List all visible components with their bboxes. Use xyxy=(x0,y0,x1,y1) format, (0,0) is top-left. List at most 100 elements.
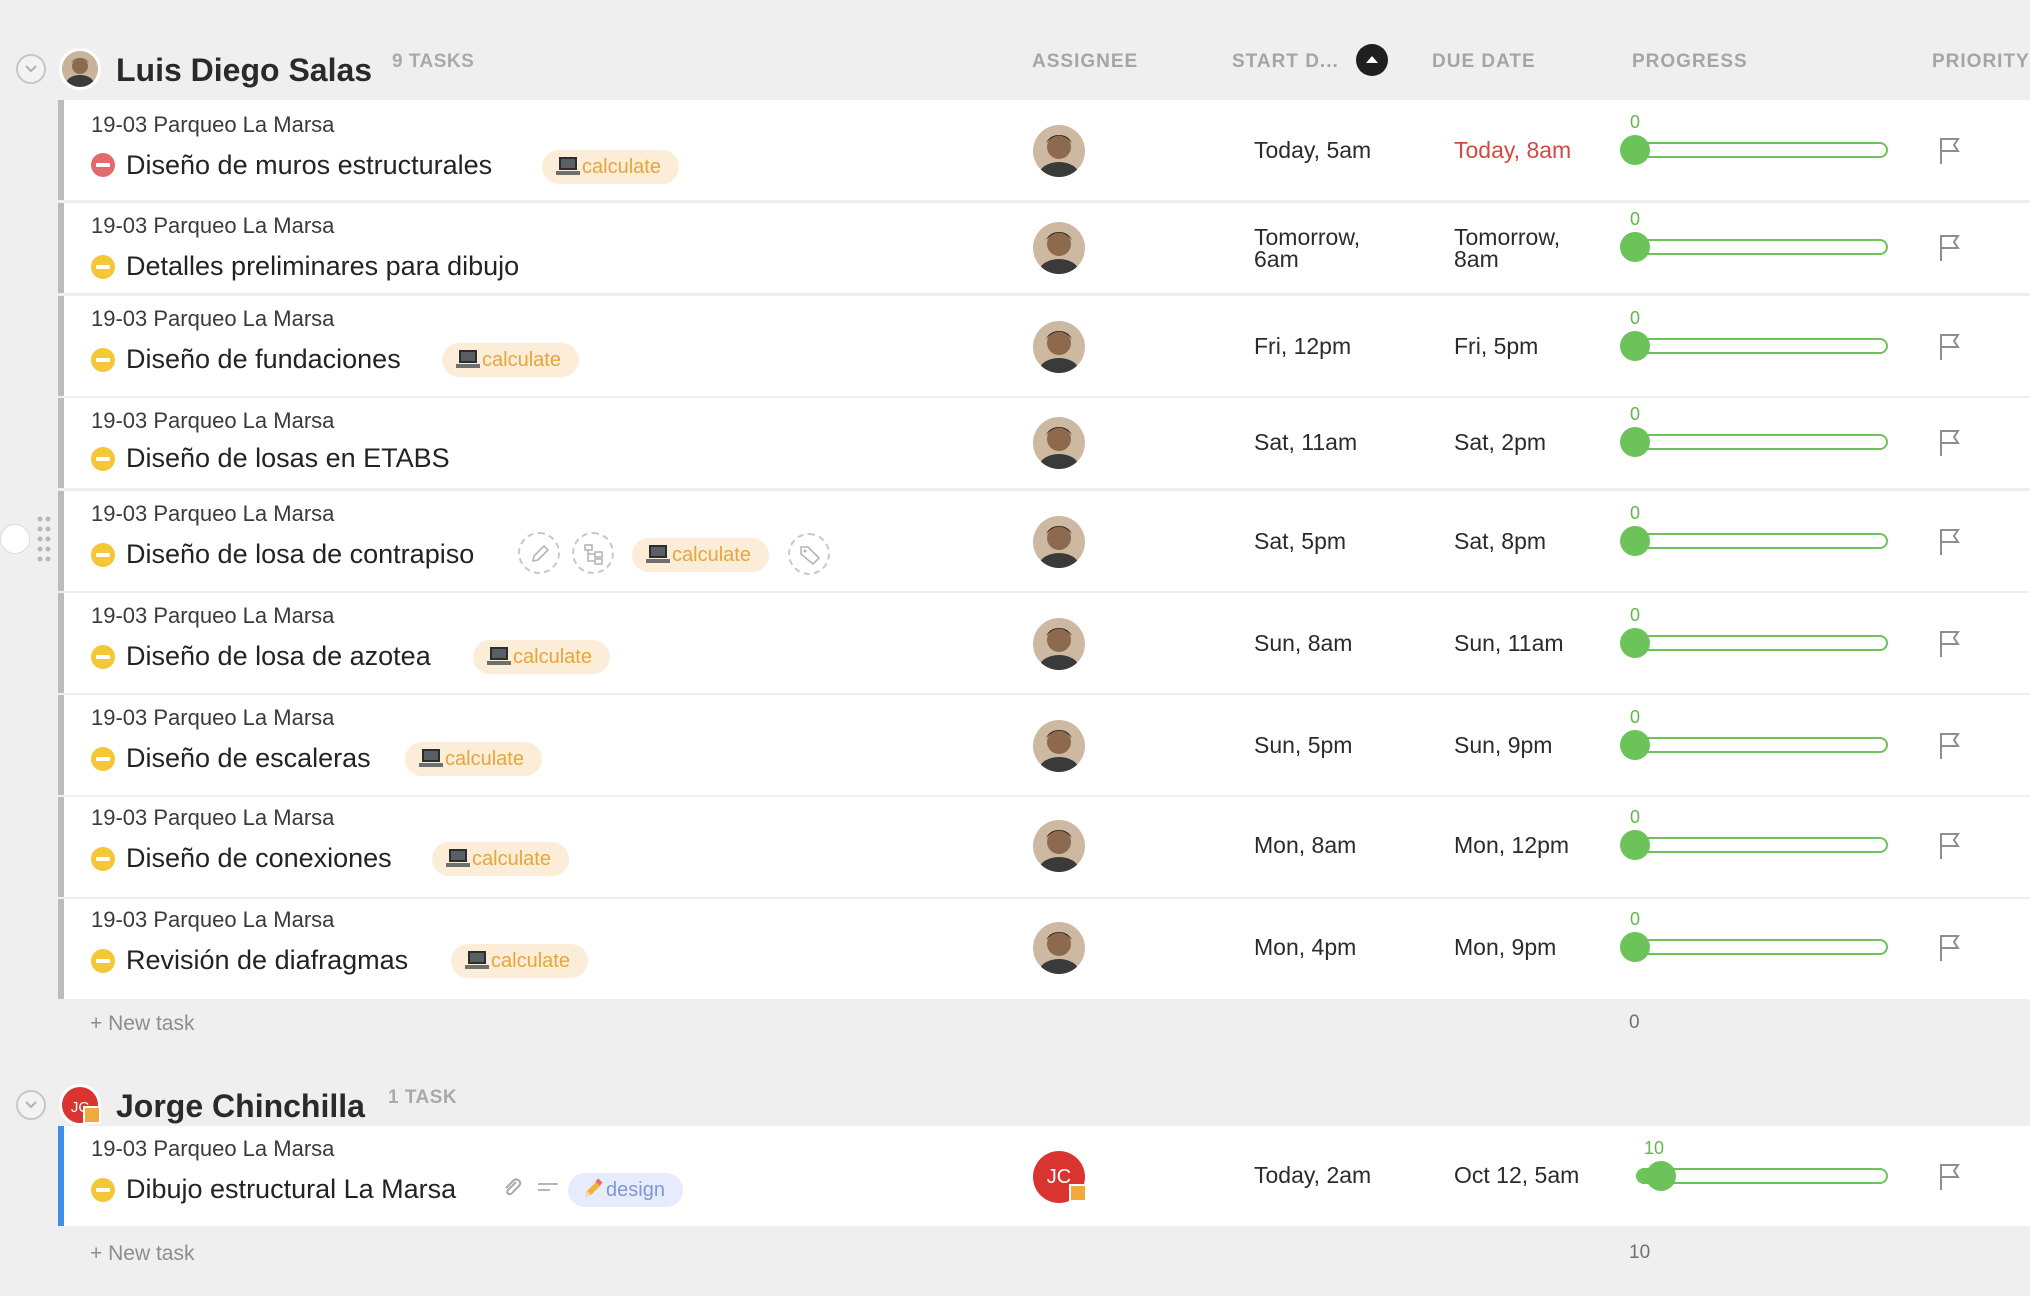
assignee-avatar[interactable] xyxy=(1033,618,1085,670)
progress-bar[interactable] xyxy=(1636,837,1888,853)
collapse-group-jorge-button[interactable] xyxy=(16,1090,46,1120)
progress-bar[interactable] xyxy=(1636,635,1888,651)
tag-calculate[interactable]: calculate xyxy=(632,538,769,572)
priority-flag-icon[interactable] xyxy=(1938,136,1962,166)
assignee-avatar[interactable] xyxy=(1033,125,1085,177)
task-name[interactable]: Diseño de conexiones xyxy=(126,843,392,874)
status-indicator[interactable] xyxy=(91,747,115,771)
task-row[interactable]: 19-03 Parqueo La Marsa Diseño de conexio… xyxy=(58,797,2030,897)
tag-design[interactable]: design xyxy=(568,1173,683,1207)
due-date[interactable]: Fri, 5pm xyxy=(1454,335,1538,358)
task-name[interactable]: Diseño de losa de azotea xyxy=(126,641,431,672)
task-name[interactable]: Dibujo estructural La Marsa xyxy=(126,1174,456,1205)
assignee-avatar[interactable] xyxy=(1033,922,1085,974)
task-name[interactable]: Diseño de escaleras xyxy=(126,743,371,774)
start-date[interactable]: Tomorrow, 6am xyxy=(1254,226,1384,271)
tag-calculate[interactable]: calculate xyxy=(432,842,569,876)
progress-handle[interactable] xyxy=(1620,427,1650,457)
drag-handle-icon[interactable] xyxy=(37,515,51,563)
sort-ascending-button[interactable] xyxy=(1356,44,1388,76)
progress-bar[interactable] xyxy=(1636,533,1888,549)
assignee-avatar[interactable] xyxy=(1033,820,1085,872)
progress-handle[interactable] xyxy=(1620,730,1650,760)
due-date[interactable]: Sun, 9pm xyxy=(1454,734,1552,757)
priority-flag-icon[interactable] xyxy=(1938,332,1962,362)
progress-handle[interactable] xyxy=(1620,232,1650,262)
due-date[interactable]: Mon, 9pm xyxy=(1454,936,1556,959)
task-row[interactable]: 19-03 Parqueo La Marsa Diseño de escaler… xyxy=(58,695,2030,795)
start-date[interactable]: Fri, 12pm xyxy=(1254,335,1351,358)
add-subtask-button[interactable] xyxy=(572,532,614,574)
priority-flag-icon[interactable] xyxy=(1938,933,1962,963)
progress-handle[interactable] xyxy=(1646,1161,1676,1191)
progress-handle[interactable] xyxy=(1620,932,1650,962)
start-date[interactable]: Mon, 8am xyxy=(1254,834,1356,857)
progress-bar[interactable] xyxy=(1636,434,1888,450)
progress-handle[interactable] xyxy=(1620,628,1650,658)
progress-handle[interactable] xyxy=(1620,135,1650,165)
due-date[interactable]: Tomorrow, 8am xyxy=(1454,226,1584,271)
due-date[interactable]: Sun, 11am xyxy=(1454,632,1564,655)
assignee-avatar[interactable] xyxy=(1033,516,1085,568)
task-row[interactable]: 19-03 Parqueo La Marsa Diseño de losa de… xyxy=(58,593,2030,693)
task-row[interactable]: 19-03 Parqueo La Marsa Revisión de diafr… xyxy=(58,899,2030,999)
task-row[interactable]: 19-03 Parqueo La Marsa Diseño de fundaci… xyxy=(58,296,2030,396)
status-indicator[interactable] xyxy=(91,153,115,177)
status-indicator[interactable] xyxy=(91,255,115,279)
due-date[interactable]: Oct 12, 5am xyxy=(1454,1164,1579,1187)
priority-flag-icon[interactable] xyxy=(1938,428,1962,458)
progress-bar[interactable] xyxy=(1636,338,1888,354)
task-row[interactable]: 19-03 Parqueo La Marsa Dibujo estructura… xyxy=(58,1126,2030,1226)
due-date[interactable]: Today, 8am xyxy=(1454,139,1571,162)
progress-bar[interactable] xyxy=(1636,142,1888,158)
column-header-progress[interactable]: PROGRESS xyxy=(1632,51,1748,73)
task-row[interactable]: 19-03 Parqueo La Marsa Diseño de muros e… xyxy=(58,100,2030,200)
task-name[interactable]: Detalles preliminares para dibujo xyxy=(126,251,519,282)
tag-calculate[interactable]: calculate xyxy=(451,944,588,978)
status-indicator[interactable] xyxy=(91,645,115,669)
progress-bar[interactable] xyxy=(1636,939,1888,955)
priority-flag-icon[interactable] xyxy=(1938,233,1962,263)
task-name[interactable]: Diseño de losa de contrapiso xyxy=(126,539,474,570)
assignee-avatar[interactable] xyxy=(1033,417,1085,469)
start-date[interactable]: Sat, 5pm xyxy=(1254,530,1346,553)
priority-flag-icon[interactable] xyxy=(1938,1162,1962,1192)
assignee-avatar[interactable] xyxy=(1033,222,1085,274)
start-date[interactable]: Sun, 8am xyxy=(1254,632,1352,655)
status-indicator[interactable] xyxy=(91,949,115,973)
rename-task-button[interactable] xyxy=(518,532,560,574)
collapse-group-luis-button[interactable] xyxy=(16,54,46,84)
new-task-button[interactable]: + New task xyxy=(90,1012,194,1036)
task-name[interactable]: Diseño de losas en ETABS xyxy=(126,443,450,474)
description-icon[interactable] xyxy=(536,1180,560,1196)
new-task-button[interactable]: + New task xyxy=(90,1242,194,1266)
tag-calculate[interactable]: calculate xyxy=(473,640,610,674)
status-indicator[interactable] xyxy=(91,1178,115,1202)
priority-flag-icon[interactable] xyxy=(1938,731,1962,761)
paperclip-icon[interactable] xyxy=(500,1176,524,1200)
progress-bar[interactable] xyxy=(1636,239,1888,255)
task-row[interactable]: 19-03 Parqueo La Marsa Detalles prelimin… xyxy=(58,203,2030,293)
status-indicator[interactable] xyxy=(91,348,115,372)
due-date[interactable]: Mon, 12pm xyxy=(1454,834,1569,857)
start-date[interactable]: Today, 2am xyxy=(1254,1164,1371,1187)
add-tag-button[interactable] xyxy=(788,533,830,575)
tag-calculate[interactable]: calculate xyxy=(542,150,679,184)
assignee-avatar[interactable] xyxy=(1033,720,1085,772)
progress-handle[interactable] xyxy=(1620,830,1650,860)
start-date[interactable]: Sun, 5pm xyxy=(1254,734,1352,757)
tag-calculate[interactable]: calculate xyxy=(405,742,542,776)
start-date[interactable]: Mon, 4pm xyxy=(1254,936,1356,959)
task-name[interactable]: Diseño de fundaciones xyxy=(126,344,401,375)
progress-handle[interactable] xyxy=(1620,331,1650,361)
status-indicator[interactable] xyxy=(91,447,115,471)
column-header-due-date[interactable]: DUE DATE xyxy=(1432,51,1536,73)
task-row[interactable]: 19-03 Parqueo La Marsa Diseño de losa de… xyxy=(58,491,2030,591)
tag-calculate[interactable]: calculate xyxy=(442,343,579,377)
row-select-circle[interactable] xyxy=(0,524,30,554)
task-name[interactable]: Diseño de muros estructurales xyxy=(126,150,492,181)
task-name[interactable]: Revisión de diafragmas xyxy=(126,945,408,976)
column-header-start-date[interactable]: START D... xyxy=(1232,51,1339,73)
priority-flag-icon[interactable] xyxy=(1938,831,1962,861)
column-header-priority[interactable]: PRIORITY xyxy=(1932,51,2030,73)
